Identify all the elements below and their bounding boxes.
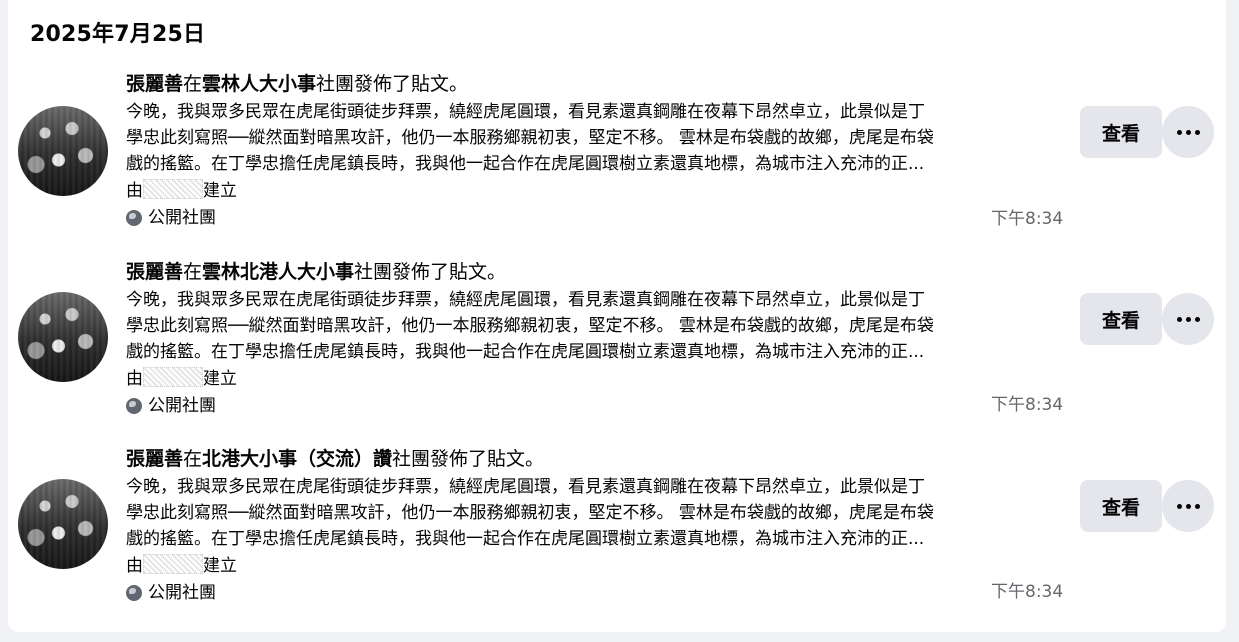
post-excerpt[interactable]: 今晚，我與眾多民眾在虎尾街頭徒步拜票，繞經虎尾圓環，看見素還真鋼雕在夜幕下昂然卓… bbox=[126, 99, 1062, 177]
headline-suffix: 社團發佈了貼文。 bbox=[354, 261, 507, 283]
date-header: 2025年7月25日 bbox=[30, 22, 206, 47]
list-item[interactable]: 張麗善在雲林北港人大小事社團發佈了貼文。 今晚，我與眾多民眾在虎尾街頭徒步拜票，… bbox=[8, 256, 1226, 426]
list-item[interactable]: 張麗善在雲林人大小事社團發佈了貼文。 今晚，我與眾多民眾在虎尾街頭徒步拜票，繞經… bbox=[8, 68, 1226, 238]
privacy-label: 公開社團 bbox=[126, 581, 216, 605]
post-headline[interactable]: 張麗善在雲林人大小事社團發佈了貼文。 bbox=[126, 72, 468, 96]
creator-prefix: 由 bbox=[126, 181, 143, 201]
connector-text: 在 bbox=[183, 261, 203, 283]
more-options-button[interactable] bbox=[1162, 480, 1214, 532]
connector-text: 在 bbox=[183, 73, 203, 95]
privacy-label: 公開社團 bbox=[126, 394, 216, 418]
group-name[interactable]: 雲林人大小事 bbox=[202, 73, 316, 95]
group-name[interactable]: 北港大小事（交流）讚 bbox=[202, 448, 392, 470]
group-name[interactable]: 雲林北港人大小事 bbox=[202, 261, 354, 283]
avatar[interactable] bbox=[18, 106, 108, 196]
view-button[interactable]: 查看 bbox=[1080, 480, 1162, 532]
view-button[interactable]: 查看 bbox=[1080, 293, 1162, 345]
creator-suffix: 建立 bbox=[203, 369, 237, 389]
redacted-name bbox=[143, 554, 203, 574]
excerpt-line: 戲的搖籃。在丁學忠擔任虎尾鎮長時，我與他一起合作在虎尾圓環樹立素還真地標，為城市… bbox=[126, 342, 925, 362]
headline-suffix: 社團發佈了貼文。 bbox=[316, 73, 469, 95]
view-button[interactable]: 查看 bbox=[1080, 106, 1162, 158]
more-options-icon-dot bbox=[1194, 316, 1200, 322]
post-excerpt[interactable]: 今晚，我與眾多民眾在虎尾街頭徒步拜票，繞經虎尾圓環，看見素還真鋼雕在夜幕下昂然卓… bbox=[126, 287, 1062, 365]
post-excerpt[interactable]: 今晚，我與眾多民眾在虎尾街頭徒步拜票，繞經虎尾圓環，看見素還真鋼雕在夜幕下昂然卓… bbox=[126, 474, 1062, 552]
more-options-icon bbox=[1176, 503, 1182, 509]
timestamp: 下午8:34 bbox=[991, 395, 1064, 415]
excerpt-line: 今晚，我與眾多民眾在虎尾街頭徒步拜票，繞經虎尾圓環，看見素還真鋼雕在夜幕下昂然卓… bbox=[126, 290, 925, 310]
excerpt-line: 學忠此刻寫照──縱然面對暗黑攻訐，他仍一本服務鄉親初衷，堅定不移。 雲林是布袋戲… bbox=[126, 128, 934, 148]
redacted-name bbox=[143, 367, 203, 387]
creator-line: 由 建立 bbox=[126, 367, 237, 391]
more-options-icon-dot bbox=[1194, 503, 1200, 509]
avatar[interactable] bbox=[18, 292, 108, 382]
avatar[interactable] bbox=[18, 479, 108, 569]
creator-line: 由 建立 bbox=[126, 554, 237, 578]
excerpt-line: 戲的搖籃。在丁學忠擔任虎尾鎮長時，我與他一起合作在虎尾圓環樹立素還真地標，為城市… bbox=[126, 154, 925, 174]
timestamp: 下午8:34 bbox=[991, 582, 1064, 602]
more-options-icon-dot bbox=[1194, 129, 1200, 135]
author-name[interactable]: 張麗善 bbox=[126, 261, 183, 283]
notification-card: 2025年7月25日 張麗善在雲林人大小事社團發佈了貼文。 今晚，我與眾多民眾在… bbox=[8, 0, 1226, 632]
globe-icon bbox=[126, 585, 142, 601]
more-options-icon bbox=[1176, 129, 1182, 135]
globe-icon bbox=[126, 398, 142, 414]
creator-prefix: 由 bbox=[126, 369, 143, 389]
more-options-button[interactable] bbox=[1162, 293, 1214, 345]
more-options-button[interactable] bbox=[1162, 106, 1214, 158]
post-headline[interactable]: 張麗善在北港大小事（交流）讚社團發佈了貼文。 bbox=[126, 447, 544, 471]
creator-suffix: 建立 bbox=[203, 556, 237, 576]
more-options-icon-dot bbox=[1185, 129, 1191, 135]
excerpt-line: 學忠此刻寫照──縱然面對暗黑攻訐，他仍一本服務鄉親初衷，堅定不移。 雲林是布袋戲… bbox=[126, 503, 934, 523]
excerpt-line: 今晚，我與眾多民眾在虎尾街頭徒步拜票，繞經虎尾圓環，看見素還真鋼雕在夜幕下昂然卓… bbox=[126, 102, 925, 122]
list-item[interactable]: 張麗善在北港大小事（交流）讚社團發佈了貼文。 今晚，我與眾多民眾在虎尾街頭徒步拜… bbox=[8, 443, 1226, 613]
globe-icon bbox=[126, 210, 142, 226]
redacted-name bbox=[143, 179, 203, 199]
excerpt-line: 學忠此刻寫照──縱然面對暗黑攻訐，他仍一本服務鄉親初衷，堅定不移。 雲林是布袋戲… bbox=[126, 316, 934, 336]
privacy-text: 公開社團 bbox=[148, 208, 216, 228]
excerpt-line: 今晚，我與眾多民眾在虎尾街頭徒步拜票，繞經虎尾圓環，看見素還真鋼雕在夜幕下昂然卓… bbox=[126, 477, 925, 497]
author-name[interactable]: 張麗善 bbox=[126, 73, 183, 95]
more-options-icon bbox=[1176, 316, 1182, 322]
privacy-text: 公開社團 bbox=[148, 583, 216, 603]
excerpt-line: 戲的搖籃。在丁學忠擔任虎尾鎮長時，我與他一起合作在虎尾圓環樹立素還真地標，為城市… bbox=[126, 529, 925, 549]
headline-suffix: 社團發佈了貼文。 bbox=[392, 448, 545, 470]
privacy-text: 公開社團 bbox=[148, 396, 216, 416]
author-name[interactable]: 張麗善 bbox=[126, 448, 183, 470]
creator-line: 由 建立 bbox=[126, 179, 237, 203]
post-headline[interactable]: 張麗善在雲林北港人大小事社團發佈了貼文。 bbox=[126, 260, 506, 284]
privacy-label: 公開社團 bbox=[126, 206, 216, 230]
timestamp: 下午8:34 bbox=[991, 209, 1064, 229]
more-options-icon-dot bbox=[1185, 503, 1191, 509]
more-options-icon-dot bbox=[1185, 316, 1191, 322]
connector-text: 在 bbox=[183, 448, 203, 470]
creator-prefix: 由 bbox=[126, 556, 143, 576]
creator-suffix: 建立 bbox=[203, 181, 237, 201]
